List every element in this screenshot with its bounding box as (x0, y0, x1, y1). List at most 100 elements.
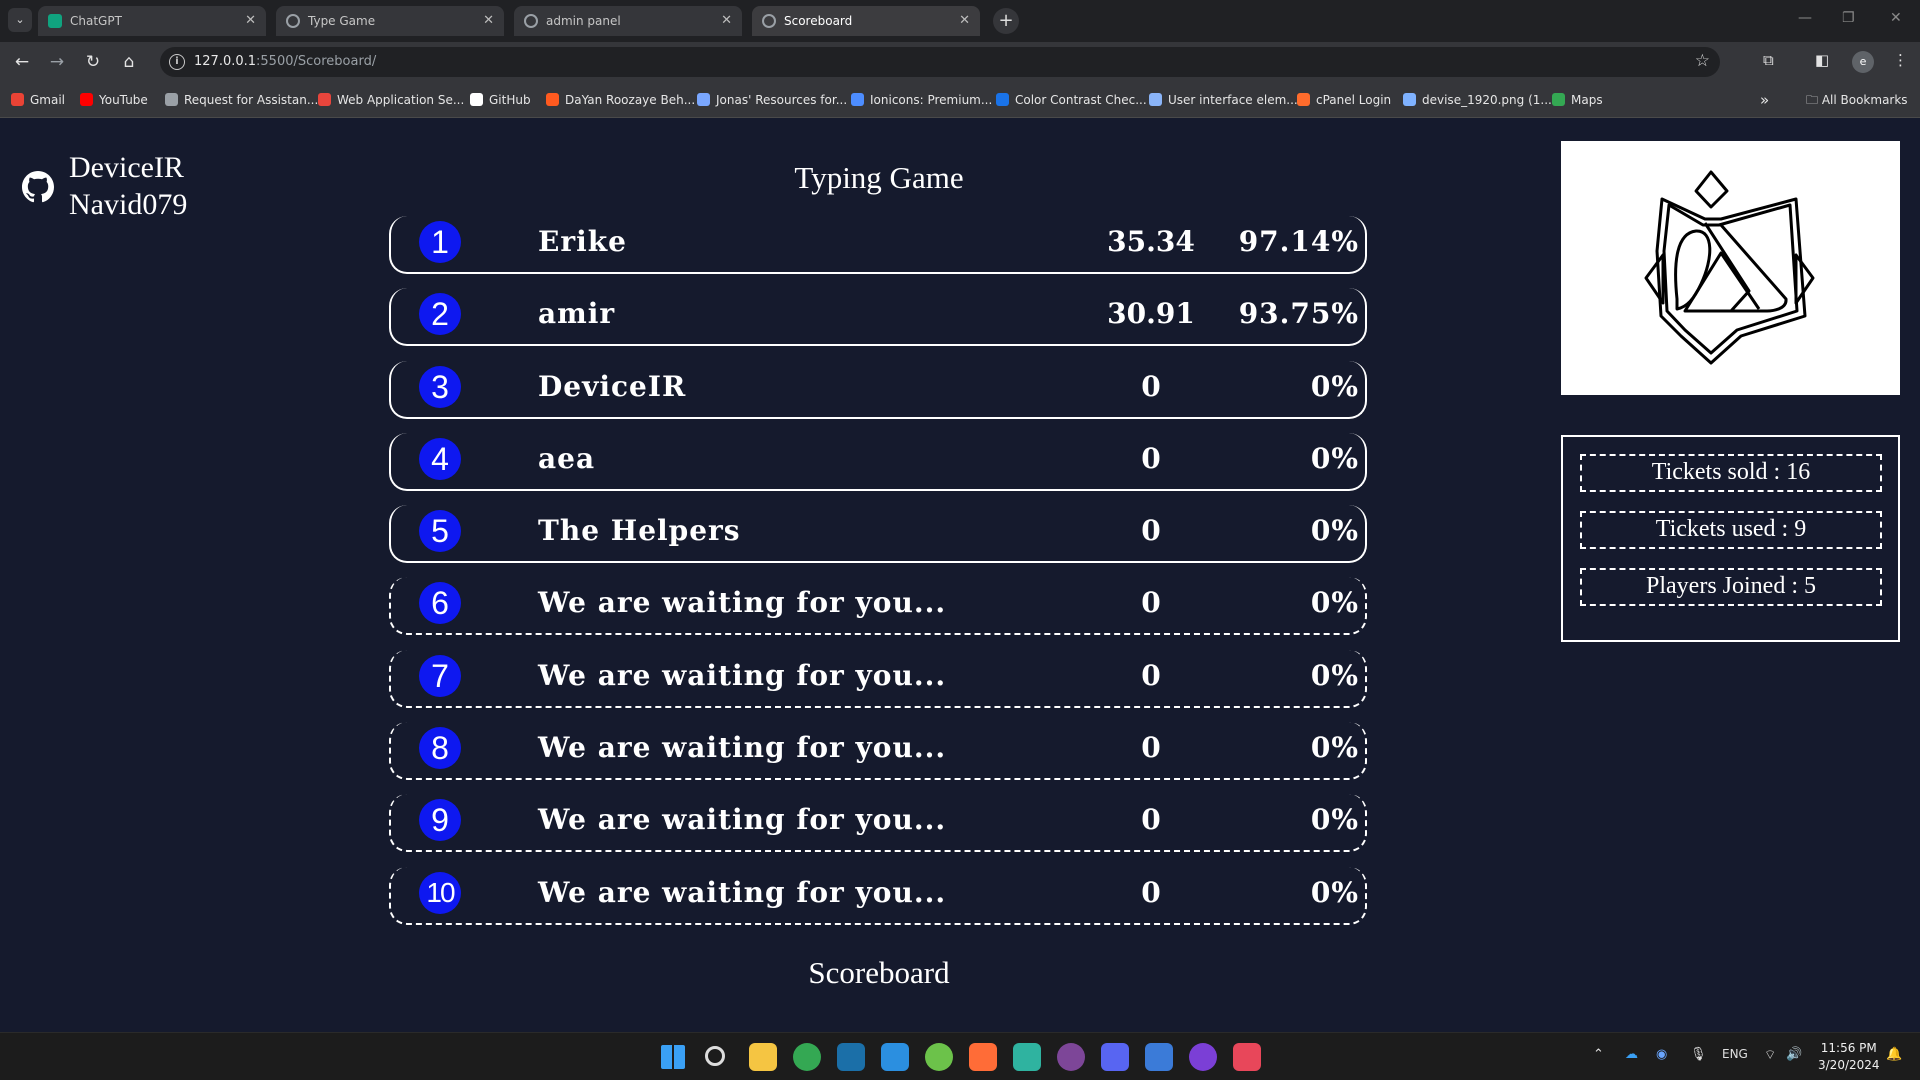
player-name: Erike (538, 225, 627, 258)
rank-badge: 9 (419, 799, 461, 842)
tab-chatgpt[interactable]: ChatGPT ✕ (38, 6, 266, 36)
bookmark-label: Web Application Se... (337, 93, 465, 107)
bookmark-item[interactable]: Jonas' Resources for... (697, 82, 847, 118)
stats-panel: Tickets sold : 16 Tickets used : 9 Playe… (1561, 435, 1900, 642)
player-wpm: 35.34 (1107, 225, 1195, 258)
tab-search-chevron-icon[interactable]: ⌄ (8, 8, 32, 32)
more-bookmarks-chevron-icon[interactable]: » (1760, 82, 1769, 118)
tab-label: ChatGPT (70, 14, 122, 28)
bookmark-item[interactable]: devise_1920.png (1... (1403, 82, 1552, 118)
address-bar[interactable]: i 127.0.0.1:5500/Scoreboard/ ☆ (160, 47, 1720, 77)
bookmark-item[interactable]: YouTube (80, 82, 148, 118)
bookmark-favicon-icon (996, 93, 1009, 106)
rank-badge: 2 (419, 293, 461, 336)
globe-icon (524, 14, 538, 28)
bookmark-item[interactable]: DaYan Roozaye Beh... (546, 82, 695, 118)
site-info-icon[interactable]: i (169, 54, 185, 70)
onedrive-icon[interactable]: ☁ (1625, 1047, 1638, 1062)
check-app-icon[interactable] (1145, 1043, 1173, 1071)
tor-icon[interactable] (1057, 1043, 1085, 1071)
system-clock[interactable]: 11:56 PM 3/20/2024 (1818, 1040, 1880, 1074)
minimize-icon[interactable]: — (1798, 10, 1812, 26)
github-icon[interactable] (22, 171, 54, 203)
player-wpm: 0 (1141, 803, 1161, 837)
thunder-client-icon[interactable] (1189, 1043, 1217, 1071)
github-username[interactable]: DeviceIR (69, 151, 184, 185)
tab-type-game[interactable]: Type Game ✕ (276, 6, 504, 36)
bookmark-item[interactable]: GitHub (470, 82, 531, 118)
player-name: We are waiting for you... (538, 803, 947, 837)
rank-badge: 10 (419, 871, 461, 914)
bookmark-favicon-icon (1149, 93, 1162, 106)
close-tab-icon[interactable]: ✕ (959, 6, 970, 36)
bookmark-item[interactable]: Maps (1552, 82, 1603, 118)
tray-app-icon[interactable]: ◉ (1656, 1047, 1667, 1062)
chrome-icon[interactable] (793, 1043, 821, 1071)
bookmark-favicon-icon (470, 93, 483, 106)
new-tab-button[interactable]: + (993, 8, 1019, 34)
scoreboard-row-empty: 10 We are waiting for you... 0 0% (389, 866, 1367, 925)
github-username[interactable]: Navid079 (69, 188, 187, 222)
menu-dots-icon[interactable]: ⋮ (1893, 51, 1908, 69)
bookmark-item[interactable]: Request for Assistan... (165, 82, 318, 118)
tab-scoreboard[interactable]: Scoreboard ✕ (752, 6, 980, 36)
restore-icon[interactable]: ❐ (1842, 10, 1855, 26)
close-tab-icon[interactable]: ✕ (245, 6, 256, 36)
bookmark-favicon-icon (11, 93, 24, 106)
bookmark-star-icon[interactable]: ☆ (1695, 51, 1710, 71)
bookmark-favicon-icon (165, 93, 178, 106)
all-bookmarks-button[interactable]: 🗀 All Bookmarks (1806, 82, 1908, 118)
bookmark-favicon-icon (318, 93, 331, 106)
bookmark-item[interactable]: Ionicons: Premium... (851, 82, 992, 118)
microphone-icon[interactable]: 🎙 (1690, 1047, 1707, 1062)
mongodb-icon[interactable] (925, 1043, 953, 1071)
player-name: The Helpers (538, 514, 741, 548)
player-wpm: 0 (1141, 514, 1161, 548)
vscode-icon[interactable] (881, 1043, 909, 1071)
bookmark-item[interactable]: User interface elem... (1149, 82, 1298, 118)
player-accuracy: 0% (1310, 803, 1359, 837)
bookmark-label: devise_1920.png (1... (1422, 93, 1552, 107)
discord-icon[interactable] (1101, 1043, 1129, 1071)
bookmark-item[interactable]: cPanel Login (1297, 82, 1391, 118)
window-close-icon[interactable]: ✕ (1890, 10, 1902, 26)
back-icon[interactable]: ← (11, 51, 33, 73)
search-icon[interactable] (705, 1046, 725, 1066)
extensions-icon[interactable]: ⧉ (1763, 51, 1774, 69)
wifi-icon[interactable]: ⌔ (1764, 1047, 1776, 1063)
volume-icon[interactable]: 🔊 (1786, 1047, 1802, 1062)
windows-start-icon[interactable] (661, 1045, 685, 1069)
forward-icon[interactable]: → (46, 51, 68, 73)
reload-icon[interactable]: ↻ (82, 51, 104, 73)
bookmark-label: User interface elem... (1168, 93, 1298, 107)
globe-icon (286, 14, 300, 28)
file-explorer-icon[interactable] (749, 1043, 777, 1071)
url-text[interactable]: 127.0.0.1:5500/Scoreboard/ (194, 47, 376, 77)
side-panel-icon[interactable]: ◧ (1815, 51, 1829, 69)
home-icon[interactable]: ⌂ (118, 51, 140, 73)
tab-admin-panel[interactable]: admin panel ✕ (514, 6, 742, 36)
close-tab-icon[interactable]: ✕ (483, 6, 494, 36)
player-name: aea (538, 441, 596, 475)
close-tab-icon[interactable]: ✕ (721, 6, 732, 36)
player-accuracy: 0% (1310, 441, 1359, 475)
bookmark-item[interactable]: Gmail (11, 82, 65, 118)
steam-icon[interactable] (837, 1043, 865, 1071)
edge-icon[interactable] (1013, 1043, 1041, 1071)
scoreboard-row: 3 DeviceIR 0 0% (389, 360, 1367, 419)
tray-chevron-up-icon[interactable]: ⌃ (1593, 1047, 1604, 1062)
bookmarks-bar: Gmail YouTube Request for Assistan... Web A… (0, 82, 1920, 118)
bookmark-label: YouTube (99, 93, 148, 107)
notification-bell-icon[interactable]: 🔔 (1886, 1047, 1902, 1062)
snipping-tool-icon[interactable] (1233, 1043, 1261, 1071)
player-name: DeviceIR (538, 369, 687, 403)
profile-avatar[interactable]: e (1852, 51, 1874, 73)
bookmark-item[interactable]: Web Application Se... (318, 82, 464, 118)
player-name: amir (538, 297, 616, 331)
postman-icon[interactable] (969, 1043, 997, 1071)
tab-label: Type Game (308, 14, 376, 28)
bookmark-item[interactable]: Color Contrast Chec... (996, 82, 1147, 118)
language-indicator[interactable]: ENG (1722, 1047, 1748, 1061)
player-wpm: 0 (1141, 731, 1161, 765)
player-name: We are waiting for you... (538, 658, 947, 692)
